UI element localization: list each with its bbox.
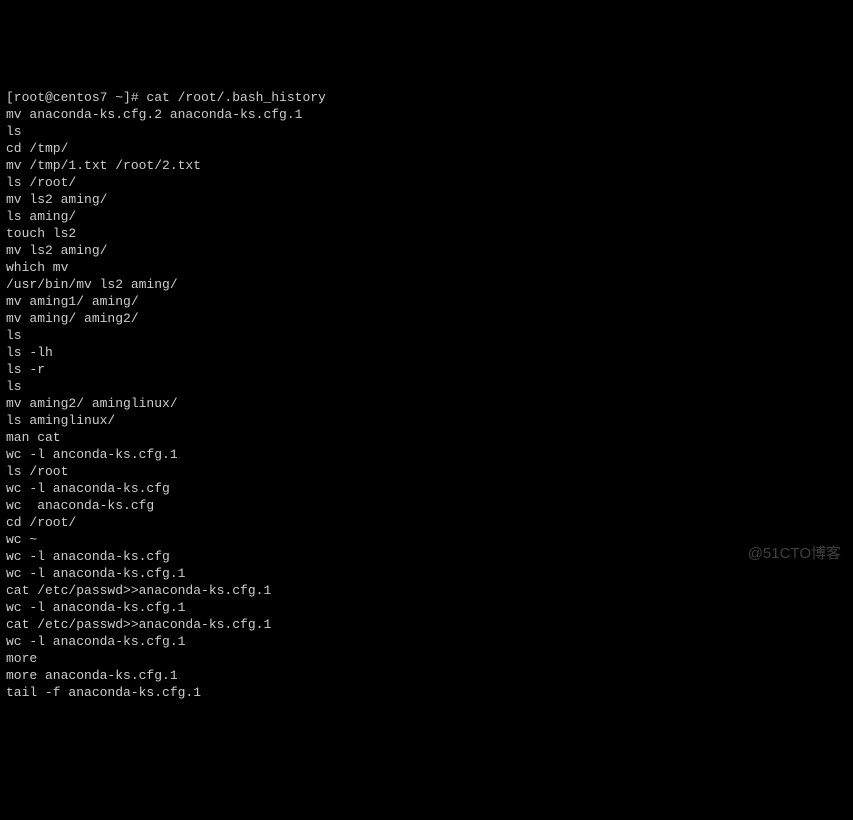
history-line: wc -l anaconda-ks.cfg.1: [6, 634, 185, 649]
terminal-output[interactable]: [root@centos7 ~]# cat /root/.bash_histor…: [6, 72, 847, 701]
history-line: ls aminglinux/: [6, 413, 115, 428]
history-line: mv aming2/ aminglinux/: [6, 396, 178, 411]
history-line: which mv: [6, 260, 68, 275]
history-line: ls /root: [6, 464, 68, 479]
history-line: wc -l anconda-ks.cfg.1: [6, 447, 178, 462]
history-line: mv anaconda-ks.cfg.2 anaconda-ks.cfg.1: [6, 107, 302, 122]
history-line: wc -l anaconda-ks.cfg: [6, 549, 170, 564]
history-line: mv /tmp/1.txt /root/2.txt: [6, 158, 201, 173]
history-line: ls: [6, 328, 22, 343]
history-line: cd /root/: [6, 515, 76, 530]
history-line: wc ~: [6, 532, 37, 547]
history-line: man cat: [6, 430, 61, 445]
history-line: mv aming/ aming2/: [6, 311, 139, 326]
history-line: cat /etc/passwd>>anaconda-ks.cfg.1: [6, 617, 271, 632]
history-line: wc anaconda-ks.cfg: [6, 498, 154, 513]
history-line: /usr/bin/mv ls2 aming/: [6, 277, 178, 292]
history-line: cd /tmp/: [6, 141, 68, 156]
history-line: mv ls2 aming/: [6, 243, 107, 258]
history-line: touch ls2: [6, 226, 76, 241]
history-line: more: [6, 651, 37, 666]
history-line: wc -l anaconda-ks.cfg: [6, 481, 170, 496]
history-line: ls -r: [6, 362, 45, 377]
shell-prompt: [root@centos7 ~]# cat /root/.bash_histor…: [6, 90, 326, 105]
history-line: ls /root/: [6, 175, 76, 190]
history-line: cat /etc/passwd>>anaconda-ks.cfg.1: [6, 583, 271, 598]
watermark-text: @51CTO博客: [748, 545, 841, 562]
history-line: ls aming/: [6, 209, 76, 224]
history-line: mv ls2 aming/: [6, 192, 107, 207]
history-line: more anaconda-ks.cfg.1: [6, 668, 178, 683]
history-line: ls: [6, 379, 22, 394]
history-line: ls: [6, 124, 22, 139]
history-line: mv aming1/ aming/: [6, 294, 139, 309]
history-line: wc -l anaconda-ks.cfg.1: [6, 600, 185, 615]
history-line: ls -lh: [6, 345, 53, 360]
history-line: tail -f anaconda-ks.cfg.1: [6, 685, 201, 700]
